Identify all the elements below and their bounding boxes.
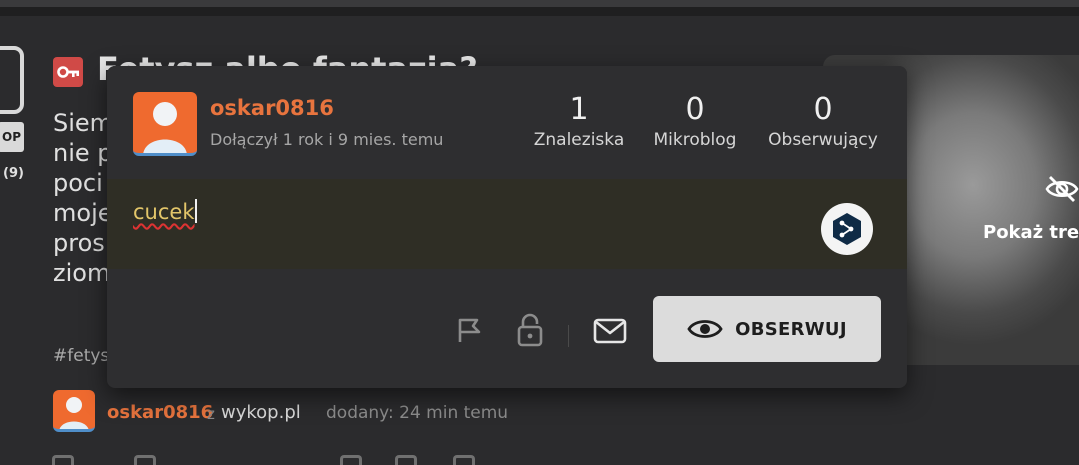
user-note-text[interactable]: cucek (133, 199, 198, 224)
stat-value: 1 (569, 92, 589, 127)
stat-obserwujacy[interactable]: 0 Obserwujący (763, 92, 883, 152)
show-content-button[interactable]: Pokaż treś (983, 222, 1079, 243)
follow-button[interactable]: OBSERWUJ (653, 296, 881, 362)
stat-value: 0 (813, 92, 833, 127)
action-icons-row (50, 455, 550, 465)
popup-username[interactable]: oskar0816 (210, 96, 334, 120)
author-avatar[interactable] (53, 390, 95, 432)
actions-divider (568, 325, 569, 347)
article-text-line: nie p (53, 139, 113, 167)
top-bar-divider (0, 7, 1079, 16)
more-icon[interactable] (453, 455, 475, 465)
added-time: dodany: 24 min temu (326, 403, 509, 423)
eye-icon (687, 320, 723, 338)
source-site-link[interactable]: wykop.pl (221, 402, 301, 423)
popup-actions: OBSERWUJ (107, 269, 907, 388)
eye-off-icon (1044, 174, 1079, 208)
article-text-line: ziom (53, 259, 111, 287)
article-text-line: moje (53, 199, 113, 227)
bookmark-icon[interactable] (395, 455, 417, 465)
follow-button-label: OBSERWUJ (735, 318, 847, 340)
comment-icon[interactable] (52, 455, 74, 465)
stat-label: Obserwujący (768, 130, 878, 150)
user-icon[interactable] (340, 455, 362, 465)
text-caret (195, 199, 198, 223)
popup-header: oskar0816 Dołączył 1 rok i 9 mies. temu … (107, 66, 907, 179)
stat-mikroblog[interactable]: 0 Mikroblog (645, 92, 745, 152)
deepl-icon[interactable] (821, 203, 873, 255)
article-text-line: poci (53, 169, 103, 197)
flag-icon[interactable] (455, 315, 485, 349)
stat-znaleziska[interactable]: 1 Znaleziska (531, 92, 627, 152)
stat-value: 0 (685, 92, 705, 127)
stat-label: Mikroblog (653, 130, 737, 150)
article-text-line: pros (53, 229, 105, 257)
lock-icon[interactable] (515, 313, 545, 351)
key-icon (53, 57, 83, 87)
user-profile-popup: oskar0816 Dołączył 1 rok i 9 mies. temu … (107, 66, 907, 388)
user-note-field[interactable]: cucek (107, 179, 907, 269)
author-name-link[interactable]: oskar0816 (107, 402, 213, 423)
vote-counter-box[interactable] (0, 46, 24, 114)
article-text: Siem nie p poci moje pros ziom (53, 108, 113, 288)
stat-label: Znaleziska (533, 130, 625, 150)
comment-count[interactable]: (9) (3, 166, 24, 181)
mail-icon[interactable] (593, 317, 627, 349)
author-separator: z (207, 405, 215, 423)
article-text-line: Siem (53, 109, 114, 137)
popup-joined-date: Dołączył 1 rok i 9 mies. temu (210, 130, 444, 149)
article-tags[interactable]: #fetys (53, 346, 109, 366)
share-icon[interactable] (134, 455, 156, 465)
top-bar (0, 0, 1079, 7)
user-note-value: cucek (133, 200, 195, 224)
op-badge: OP (0, 122, 24, 152)
popup-avatar[interactable] (133, 92, 197, 156)
